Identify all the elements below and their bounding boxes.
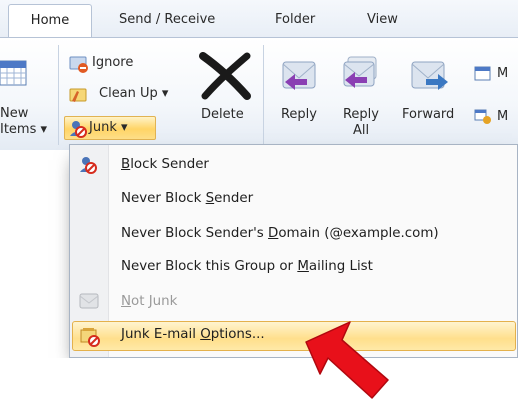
clean-up-label: Clean Up ▾ xyxy=(99,86,169,101)
never-block-domain-label: Never Block Sender's Domain (@example.co… xyxy=(121,226,439,241)
reply-all-icon xyxy=(343,56,377,88)
clean-up-icon xyxy=(69,88,87,102)
block-sender-icon xyxy=(80,157,97,174)
new-items-label-line2: Items ▾ xyxy=(0,122,48,137)
ribbon-group-separator xyxy=(58,45,59,145)
meeting-icon xyxy=(474,66,491,81)
block-sender-label: Block Sender xyxy=(121,157,209,172)
tab-send-receive[interactable]: Send / Receive xyxy=(119,12,215,27)
not-junk-icon xyxy=(79,293,99,309)
forward-icon xyxy=(411,61,448,90)
delete-label: Delete xyxy=(201,107,244,122)
reply-all-label-line2: All xyxy=(352,123,370,138)
calendar-icon xyxy=(0,60,27,86)
tab-home[interactable]: Home xyxy=(8,4,92,38)
junk-options-label: Junk E-mail Options... xyxy=(121,327,265,342)
junk-button[interactable]: Junk ▾ xyxy=(64,116,156,140)
junk-label: Junk ▾ xyxy=(89,120,128,135)
ignore-icon xyxy=(69,56,88,73)
bottom-blank-area xyxy=(0,358,518,403)
ribbon-tab-strip: Home Send / Receive Folder View xyxy=(0,0,518,38)
delete-icon xyxy=(199,52,251,100)
new-items-label-line1: New xyxy=(0,106,29,121)
more-label: M xyxy=(497,109,509,124)
junk-options-icon xyxy=(80,328,100,347)
reply-label: Reply xyxy=(280,107,317,122)
never-block-group-label: Never Block this Group or Mailing List xyxy=(121,259,373,274)
tab-view[interactable]: View xyxy=(367,12,398,27)
red-pointer-arrow-icon xyxy=(305,321,389,399)
junk-icon xyxy=(70,121,87,138)
reply-icon xyxy=(282,61,316,90)
more-respond-icon xyxy=(474,109,491,124)
tab-folder[interactable]: Folder xyxy=(275,12,315,27)
ribbon-group-separator xyxy=(263,45,264,145)
reply-all-label-line1: Reply xyxy=(342,107,379,122)
never-block-sender-label: Never Block Sender xyxy=(121,191,254,206)
ignore-label: Ignore xyxy=(92,55,134,70)
forward-label: Forward xyxy=(402,107,455,122)
meeting-label: M xyxy=(497,66,509,81)
not-junk-label: Not Junk xyxy=(121,294,178,309)
